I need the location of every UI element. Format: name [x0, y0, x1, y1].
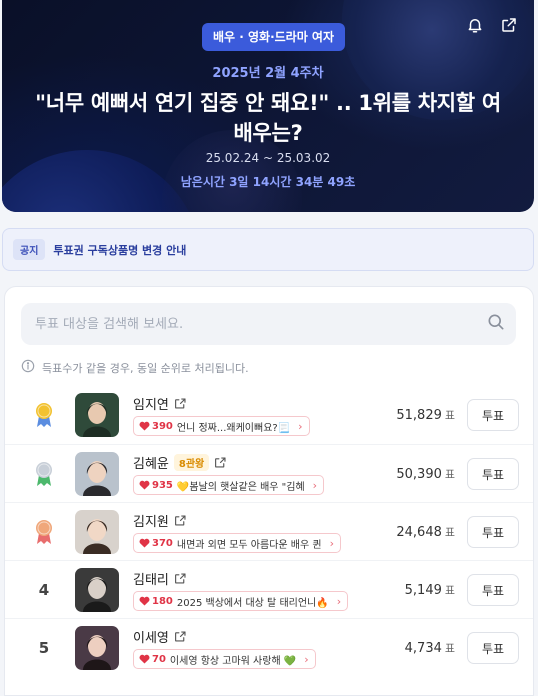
vote-unit: 표: [444, 584, 455, 597]
candidate-name-line: 김혜윤 8관왕: [133, 453, 227, 472]
ranking-card: 득표수가 같을 경우, 동일 순위로 처리됩니다. 임지연 390언니 정짜...…: [4, 286, 534, 696]
vote-button[interactable]: 투표: [467, 632, 519, 664]
vote-count: 5,149 표: [405, 561, 455, 619]
heart-icon: [139, 654, 150, 664]
vote-count: 24,648 표: [396, 503, 455, 561]
heart-icon: [139, 596, 150, 606]
achievement-badge: 8관왕: [173, 454, 210, 471]
rank: 5: [31, 619, 57, 677]
cheer-count: 390: [152, 420, 173, 432]
tie-rule-info: 득표수가 같을 경우, 동일 순위로 처리됩니다.: [21, 359, 249, 376]
external-link-icon[interactable]: [174, 630, 187, 643]
cheer-count: 935: [152, 479, 173, 491]
avatar[interactable]: [75, 393, 119, 437]
category-badge: 배우 · 영화·드라마 여자: [202, 23, 346, 51]
cheer-count: 70: [152, 653, 166, 665]
vote-button[interactable]: 투표: [467, 399, 519, 431]
rank: 4: [31, 561, 57, 619]
info-icon: [21, 359, 42, 376]
vote-count: 4,734 표: [405, 619, 455, 677]
notice-tag: 공지: [13, 239, 46, 260]
vote-title: "너무 예뻐서 연기 집중 안 돼요!" .. 1위를 차지할 여배우는?: [35, 91, 501, 145]
notice-bar[interactable]: 공지 투표권 구독상품명 변경 안내: [2, 228, 534, 271]
cheer-message-chip[interactable]: 370 내면과 외면 모두 아름다운 배우 퀸 ›: [133, 533, 341, 553]
search-icon[interactable]: [486, 312, 506, 336]
candidate-name[interactable]: 김지원: [133, 511, 169, 530]
external-link-icon[interactable]: [174, 397, 187, 410]
heart-icon: [139, 538, 150, 548]
cheer-message: 💛봄날의 햇살같은 배우 "김혜: [176, 481, 305, 493]
vote-unit: 표: [444, 468, 455, 481]
cheer-message: 2025 백상에서 대상 탈 태리언니🔥: [176, 597, 329, 609]
cheer-count: 370: [152, 537, 173, 549]
vote-week: 2025년 2월 4주차: [212, 66, 324, 81]
candidate-name[interactable]: 김혜윤: [133, 453, 169, 472]
vote-count: 50,390 표: [396, 445, 455, 503]
vote-period: 25.02.24 ~ 25.03.02: [205, 151, 331, 165]
chevron-right-icon: ›: [298, 419, 303, 433]
cheer-message: 내면과 외면 모두 아름다운 배우 퀸: [176, 539, 322, 551]
candidate-name-line: 이세영: [133, 627, 187, 646]
candidate-row: 김지원 370 내면과 외면 모두 아름다운 배우 퀸 › 24,648 표 투표: [5, 502, 533, 560]
candidate-row: 임지연 390 언니 정짜...왜케이뻐요?📃 › 51,829 표 투표: [5, 386, 533, 444]
candidate-row: 4 김태리 180 2025 백상에서 대상 탈 태리언니🔥 › 5,149 표 투표: [5, 560, 533, 618]
candidate-name-line: 김태리: [133, 569, 187, 588]
chevron-right-icon: ›: [336, 594, 342, 608]
cheer-message-chip[interactable]: 390 언니 정짜...왜케이뻐요?📃 ›: [133, 416, 310, 436]
chevron-right-icon: ›: [329, 536, 334, 550]
vote-number: 50,390: [396, 466, 442, 482]
bell-icon[interactable]: [466, 16, 484, 34]
cheer-message: 이세영 항상 고마워 사랑해 💚: [169, 655, 297, 667]
vote-unit: 표: [444, 642, 455, 655]
avatar[interactable]: [75, 626, 119, 670]
candidate-row: 김혜윤 8관왕 935 💛봄날의 햇살같은 배우 "김혜 › 50,390 표 투표: [5, 444, 533, 502]
candidate-name[interactable]: 이세영: [133, 627, 169, 646]
search-bar: [21, 303, 516, 345]
external-link-icon[interactable]: [214, 456, 227, 469]
vote-unit: 표: [444, 526, 455, 539]
chevron-right-icon: ›: [312, 478, 318, 492]
share-icon[interactable]: [500, 16, 518, 34]
candidate-name-line: 임지연: [133, 394, 187, 413]
external-link-icon[interactable]: [174, 514, 187, 527]
notice-text[interactable]: 투표권 구독상품명 변경 안내: [53, 242, 186, 258]
cheer-message: 언니 정짜...왜케이뻐요?📃: [176, 422, 291, 434]
search-input[interactable]: [35, 316, 486, 332]
heart-icon: [139, 421, 150, 431]
candidate-name[interactable]: 임지연: [133, 394, 169, 413]
cheer-message-chip[interactable]: 935 💛봄날의 햇살같은 배우 "김혜 ›: [133, 475, 325, 495]
avatar[interactable]: [75, 568, 119, 612]
candidate-name[interactable]: 김태리: [133, 569, 169, 588]
candidate-name-line: 김지원: [133, 511, 187, 530]
vote-button[interactable]: 투표: [467, 458, 519, 490]
rank-medal-icon: [31, 503, 57, 561]
cheer-message-chip[interactable]: 70 이세영 항상 고마워 사랑해 💚 ›: [133, 649, 316, 669]
rank-medal-icon: [31, 445, 57, 503]
cheer-count: 180: [152, 595, 173, 607]
info-text: 득표수가 같을 경우, 동일 순위로 처리됩니다.: [42, 361, 249, 375]
rank-medal-icon: [31, 386, 57, 444]
external-link-icon[interactable]: [174, 572, 187, 585]
heart-icon: [139, 480, 150, 490]
chevron-right-icon: ›: [304, 652, 309, 666]
vote-button[interactable]: 투표: [467, 574, 519, 606]
vote-hero-banner: 배우 · 영화·드라마 여자 2025년 2월 4주차 "너무 예뻐서 연기 집…: [2, 0, 534, 212]
vote-count: 51,829 표: [396, 386, 455, 444]
avatar[interactable]: [75, 510, 119, 554]
avatar[interactable]: [75, 452, 119, 496]
vote-number: 4,734: [404, 640, 442, 656]
rank-number: 4: [38, 581, 50, 599]
rank-number: 5: [38, 639, 50, 657]
remaining-time: 남은시간 3일 14시간 34분 49초: [180, 175, 356, 189]
vote-number: 5,149: [404, 582, 442, 598]
vote-number: 24,648: [396, 524, 442, 540]
hero-actions: [466, 16, 518, 34]
vote-number: 51,829: [396, 407, 442, 423]
vote-button[interactable]: 투표: [467, 516, 519, 548]
candidate-row: 5 이세영 70 이세영 항상 고마워 사랑해 💚 › 4,734 표 투표: [5, 618, 533, 676]
cheer-message-chip[interactable]: 180 2025 백상에서 대상 탈 태리언니🔥 ›: [133, 591, 349, 611]
vote-unit: 표: [444, 409, 455, 422]
